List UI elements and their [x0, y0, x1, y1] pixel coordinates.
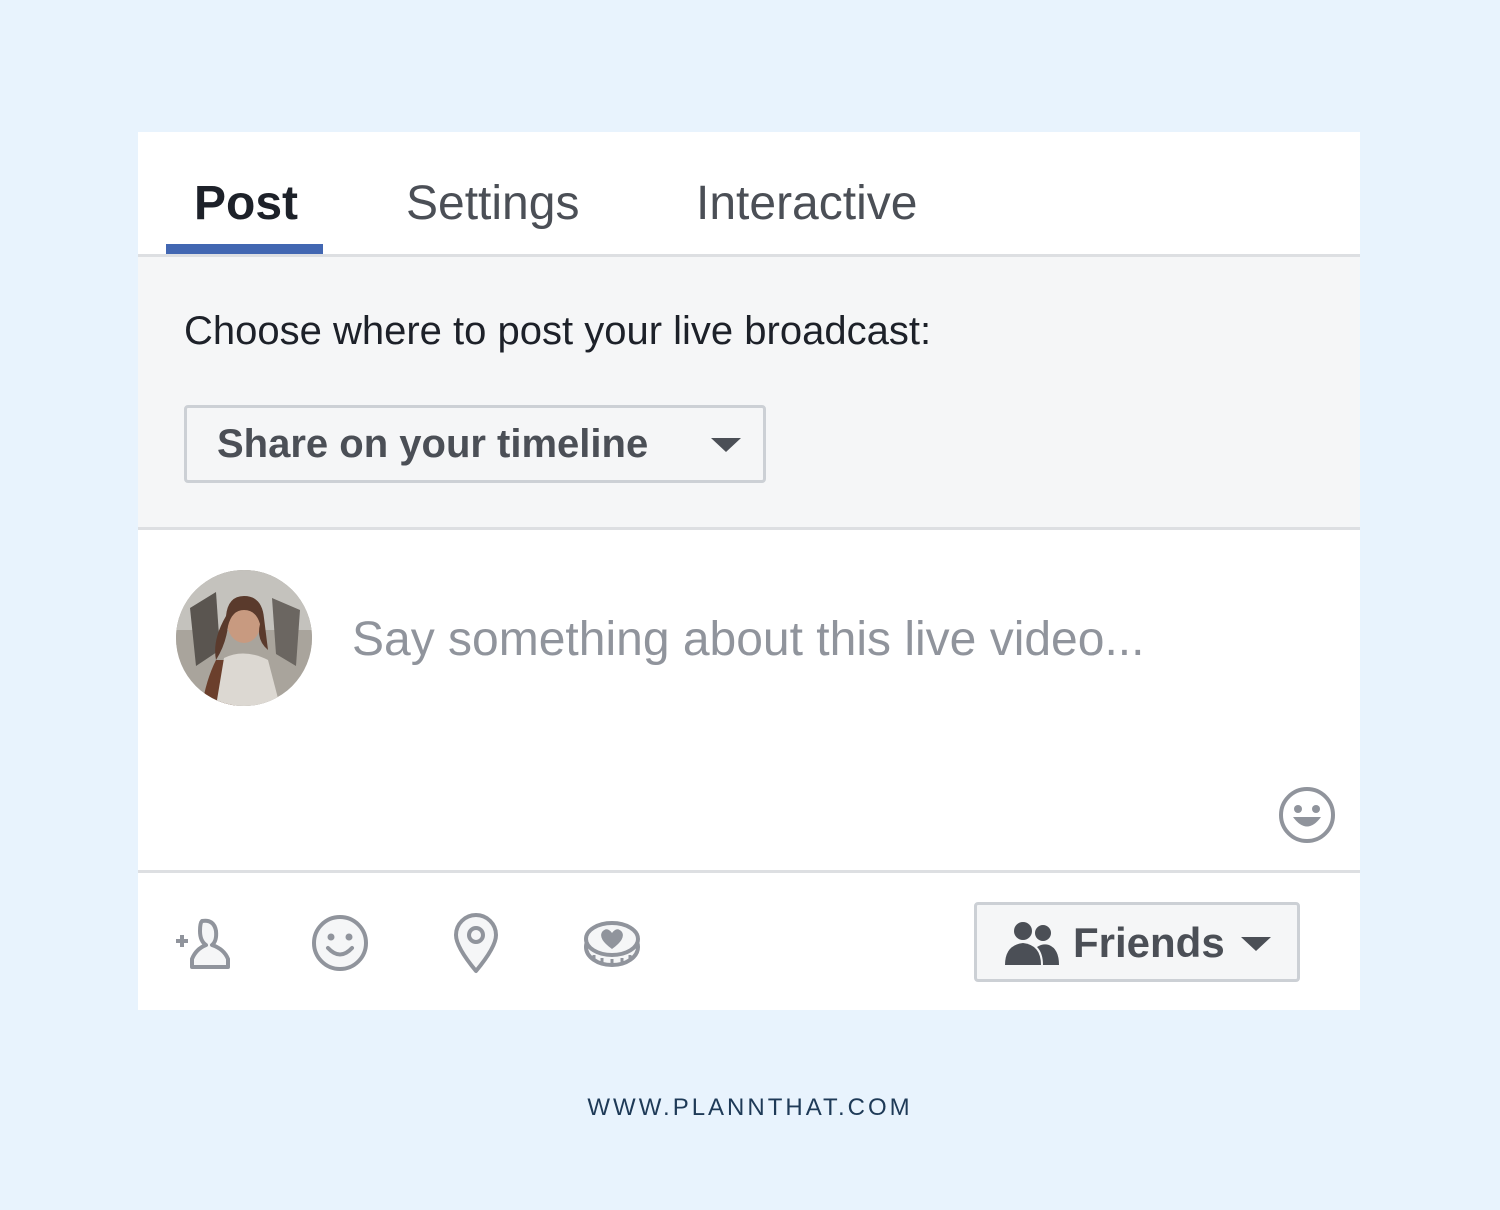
avatar-photo: [176, 570, 312, 706]
watermark: WWW.PLANNTHAT.COM: [587, 1094, 913, 1121]
emoji-icon[interactable]: [1278, 786, 1336, 844]
location-pin-icon[interactable]: [444, 911, 508, 975]
fundraiser-icon[interactable]: [580, 911, 644, 975]
live-broadcast-panel: Post Settings Interactive Choose where t…: [138, 132, 1360, 1010]
audience-label: Friends: [1073, 919, 1225, 966]
audience-selector[interactable]: Friends: [974, 902, 1300, 982]
composer-input[interactable]: [352, 604, 1292, 674]
friends-icon: [1005, 922, 1059, 965]
tab-post[interactable]: Post: [194, 154, 298, 254]
composer: [138, 530, 1360, 873]
active-tab-indicator: [166, 244, 323, 254]
tab-settings[interactable]: Settings: [406, 154, 579, 254]
chevron-down-icon: [1241, 937, 1271, 951]
destination-label: Choose where to post your live broadcast…: [184, 309, 932, 353]
feeling-icon[interactable]: [308, 911, 372, 975]
chevron-down-icon: [711, 438, 741, 452]
composer-footer: Friends: [138, 873, 1360, 1010]
avatar: [176, 570, 312, 706]
destination-selected-value: Share on your timeline: [217, 422, 649, 466]
tag-friends-icon[interactable]: [172, 911, 236, 975]
tab-interactive[interactable]: Interactive: [696, 154, 917, 254]
destination-dropdown[interactable]: Share on your timeline: [184, 405, 766, 483]
tab-bar: Post Settings Interactive: [138, 132, 1360, 257]
destination-section: Choose where to post your live broadcast…: [138, 257, 1360, 530]
